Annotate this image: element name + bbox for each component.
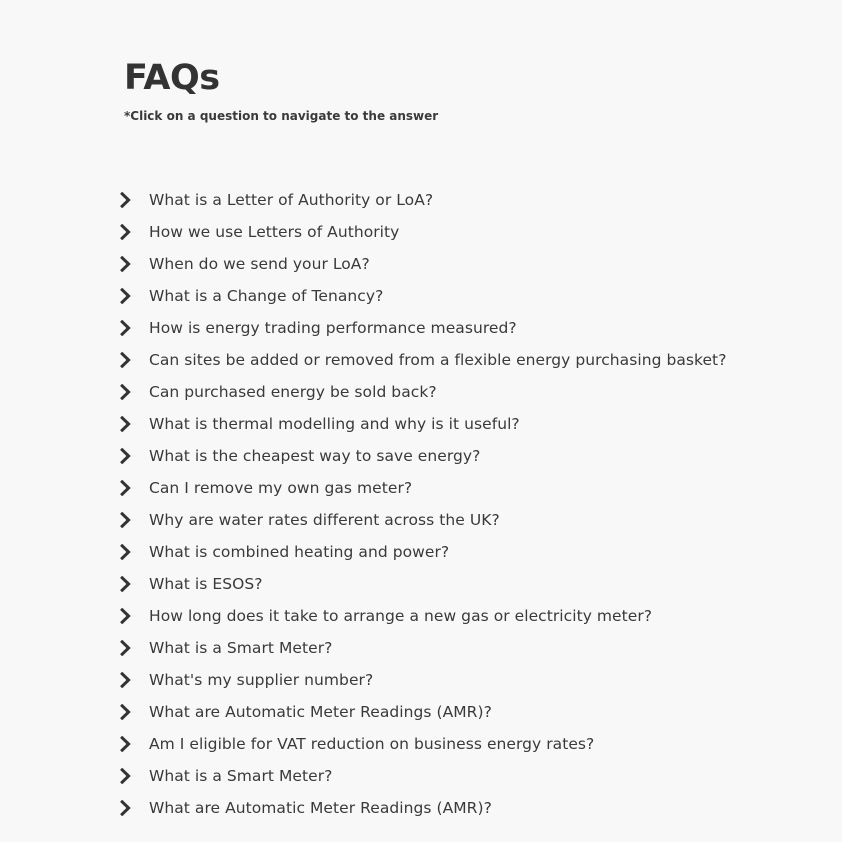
faq-item[interactable]: How long does it take to arrange a new g…: [118, 600, 818, 632]
faq-item[interactable]: Am I eligible for VAT reduction on busin…: [118, 728, 818, 760]
faq-item[interactable]: Can sites be added or removed from a fle…: [118, 344, 818, 376]
chevron-right-icon: [118, 608, 134, 624]
chevron-right-icon: [118, 416, 134, 432]
faq-item[interactable]: When do we send your LoA?: [118, 248, 818, 280]
chevron-right-icon: [118, 288, 134, 304]
faq-item[interactable]: What is a Smart Meter?: [118, 760, 818, 792]
faq-question-link[interactable]: What is a Smart Meter?: [149, 767, 332, 785]
faq-question-link[interactable]: What is combined heating and power?: [149, 543, 449, 561]
faq-item[interactable]: What is a Smart Meter?: [118, 632, 818, 664]
chevron-right-icon: [118, 640, 134, 656]
page-title: FAQs: [124, 58, 220, 98]
faq-item[interactable]: What is combined heating and power?: [118, 536, 818, 568]
chevron-right-icon: [118, 480, 134, 496]
faq-question-link[interactable]: What is a Letter of Authority or LoA?: [149, 191, 433, 209]
faq-question-link[interactable]: What are Automatic Meter Readings (AMR)?: [149, 703, 492, 721]
faq-item[interactable]: Can purchased energy be sold back?: [118, 376, 818, 408]
chevron-right-icon: [118, 736, 134, 752]
faq-question-link[interactable]: Am I eligible for VAT reduction on busin…: [149, 735, 594, 753]
faq-item[interactable]: What is thermal modelling and why is it …: [118, 408, 818, 440]
faq-question-link[interactable]: What is thermal modelling and why is it …: [149, 415, 520, 433]
faq-item[interactable]: What is the cheapest way to save energy?: [118, 440, 818, 472]
chevron-right-icon: [118, 352, 134, 368]
faq-question-link[interactable]: What is the cheapest way to save energy?: [149, 447, 480, 465]
chevron-right-icon: [118, 544, 134, 560]
faq-item[interactable]: What is a Letter of Authority or LoA?: [118, 184, 818, 216]
chevron-right-icon: [118, 800, 134, 816]
faq-item[interactable]: What is ESOS?: [118, 568, 818, 600]
faq-question-link[interactable]: Can purchased energy be sold back?: [149, 383, 437, 401]
chevron-right-icon: [118, 704, 134, 720]
faq-question-link[interactable]: Can sites be added or removed from a fle…: [149, 351, 726, 369]
chevron-right-icon: [118, 320, 134, 336]
faq-question-link[interactable]: What is a Smart Meter?: [149, 639, 332, 657]
chevron-right-icon: [118, 256, 134, 272]
faq-item[interactable]: Why are water rates different across the…: [118, 504, 818, 536]
faq-item[interactable]: Can I remove my own gas meter?: [118, 472, 818, 504]
chevron-right-icon: [118, 512, 134, 528]
faq-question-link[interactable]: What is ESOS?: [149, 575, 263, 593]
chevron-right-icon: [118, 768, 134, 784]
chevron-right-icon: [118, 384, 134, 400]
faq-question-link[interactable]: What are Automatic Meter Readings (AMR)?: [149, 799, 492, 817]
faq-item[interactable]: What are Automatic Meter Readings (AMR)?: [118, 792, 818, 824]
faq-question-link[interactable]: Why are water rates different across the…: [149, 511, 500, 529]
faq-question-link[interactable]: Can I remove my own gas meter?: [149, 479, 412, 497]
faq-item[interactable]: What are Automatic Meter Readings (AMR)?: [118, 696, 818, 728]
faq-question-link[interactable]: When do we send your LoA?: [149, 255, 370, 273]
chevron-right-icon: [118, 576, 134, 592]
chevron-right-icon: [118, 672, 134, 688]
faq-list: What is a Letter of Authority or LoA? Ho…: [118, 184, 818, 824]
faq-question-link[interactable]: What's my supplier number?: [149, 671, 373, 689]
chevron-right-icon: [118, 192, 134, 208]
chevron-right-icon: [118, 448, 134, 464]
faq-item[interactable]: How is energy trading performance measur…: [118, 312, 818, 344]
faq-question-link[interactable]: What is a Change of Tenancy?: [149, 287, 383, 305]
faq-item[interactable]: How we use Letters of Authority: [118, 216, 818, 248]
faq-item[interactable]: What's my supplier number?: [118, 664, 818, 696]
faq-item[interactable]: What is a Change of Tenancy?: [118, 280, 818, 312]
chevron-right-icon: [118, 224, 134, 240]
faq-section: FAQs *Click on a question to navigate to…: [118, 58, 818, 824]
faq-question-link[interactable]: How we use Letters of Authority: [149, 223, 399, 241]
subtitle: *Click on a question to navigate to the …: [124, 109, 439, 123]
faq-question-link[interactable]: How long does it take to arrange a new g…: [149, 607, 652, 625]
faq-question-link[interactable]: How is energy trading performance measur…: [149, 319, 517, 337]
